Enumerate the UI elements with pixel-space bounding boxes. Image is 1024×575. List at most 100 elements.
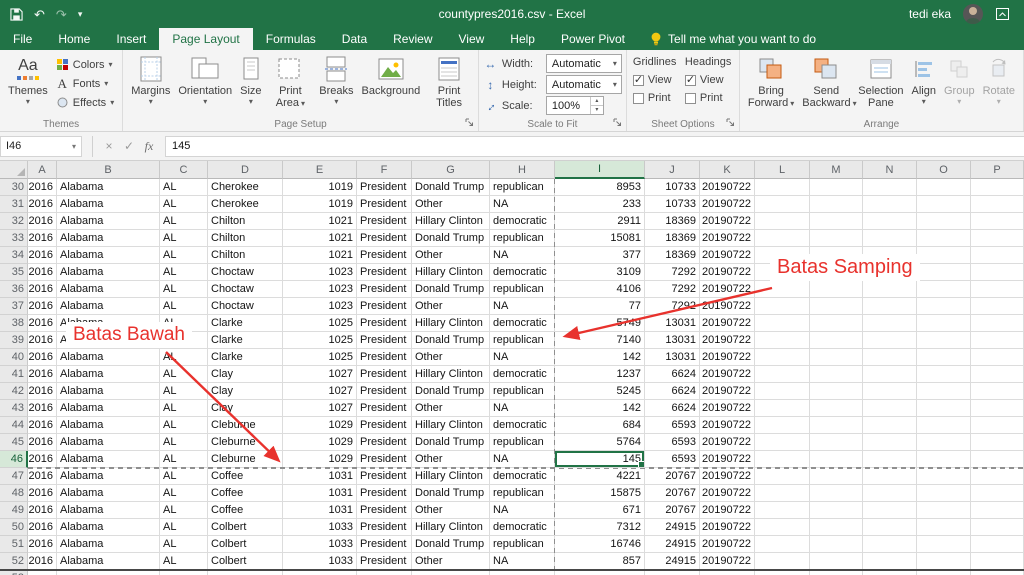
cell[interactable]: 377 [555, 247, 645, 264]
cell[interactable] [863, 230, 917, 247]
row-header-45[interactable]: 45 [0, 434, 28, 451]
cell[interactable]: 1031 [283, 468, 357, 485]
cell[interactable]: 20190722 [700, 298, 755, 315]
cell[interactable] [971, 485, 1024, 502]
cell[interactable] [971, 196, 1024, 213]
cell[interactable]: Chilton [208, 247, 283, 264]
undo-icon[interactable]: ↶ [34, 8, 45, 21]
cell[interactable]: 10733 [645, 179, 700, 196]
cell[interactable]: 10733 [645, 196, 700, 213]
cell[interactable] [863, 417, 917, 434]
cell[interactable]: Other [412, 451, 490, 468]
cell[interactable] [863, 298, 917, 315]
cell[interactable]: 20767 [645, 502, 700, 519]
cell[interactable]: Alabama [57, 417, 160, 434]
cell[interactable]: 7292 [645, 281, 700, 298]
tab-page-layout[interactable]: Page Layout [159, 28, 253, 50]
cell[interactable]: Other [412, 298, 490, 315]
cell[interactable]: Colbert [208, 536, 283, 553]
tell-me[interactable]: Tell me what you want to do [638, 28, 828, 50]
cell[interactable]: 6624 [645, 383, 700, 400]
cell[interactable] [810, 366, 863, 383]
cell[interactable]: 1025 [283, 332, 357, 349]
cell[interactable] [971, 247, 1024, 264]
cell[interactable]: Choctaw [208, 264, 283, 281]
row-header-37[interactable]: 37 [0, 298, 28, 315]
customize-qat-icon[interactable]: ▾ [78, 9, 83, 19]
cell[interactable] [755, 434, 810, 451]
cell[interactable]: Chilton [208, 230, 283, 247]
column-header-F[interactable]: F [357, 161, 412, 179]
cell[interactable]: 2016 [28, 553, 57, 570]
cell[interactable] [917, 502, 971, 519]
cell[interactable]: President [357, 366, 412, 383]
cell[interactable]: AL [160, 264, 208, 281]
cell[interactable]: 1033 [283, 536, 357, 553]
cell[interactable]: President [357, 451, 412, 468]
cell[interactable] [863, 196, 917, 213]
cell[interactable]: Choctaw [208, 298, 283, 315]
cell[interactable]: Cleburne [208, 417, 283, 434]
cell[interactable] [755, 196, 810, 213]
cell[interactable] [917, 213, 971, 230]
cell[interactable]: 13031 [645, 315, 700, 332]
cell[interactable]: Coffee [208, 468, 283, 485]
row-header-42[interactable]: 42 [0, 383, 28, 400]
cell[interactable] [810, 196, 863, 213]
cell[interactable]: 4221 [555, 468, 645, 485]
cell[interactable]: 1023 [283, 281, 357, 298]
cell[interactable]: Alabama [57, 536, 160, 553]
cell[interactable]: 1031 [283, 502, 357, 519]
cell[interactable] [971, 553, 1024, 570]
align-button[interactable]: Align ▾ [908, 53, 940, 107]
cell[interactable]: Cleburne [208, 434, 283, 451]
ribbon-display-options-icon[interactable] [995, 7, 1010, 21]
column-header-K[interactable]: K [700, 161, 755, 179]
cell[interactable]: 20190722 [700, 349, 755, 366]
cell[interactable]: 1027 [283, 366, 357, 383]
cell[interactable] [971, 332, 1024, 349]
cell[interactable]: Alabama [57, 400, 160, 417]
cell[interactable] [810, 298, 863, 315]
cell[interactable]: 2016 [28, 315, 57, 332]
cell[interactable]: President [357, 383, 412, 400]
cell[interactable] [971, 383, 1024, 400]
cell[interactable]: 2016 [28, 247, 57, 264]
cell[interactable] [863, 485, 917, 502]
print-titles-button[interactable]: Print Titles [424, 53, 474, 110]
cell[interactable] [810, 468, 863, 485]
cell[interactable]: AL [160, 383, 208, 400]
cell[interactable]: 20767 [645, 485, 700, 502]
cell[interactable]: 2016 [28, 519, 57, 536]
cell[interactable] [971, 179, 1024, 196]
breaks-button[interactable]: Breaks ▾ [315, 53, 357, 107]
cell[interactable]: democratic [490, 315, 555, 332]
cell[interactable]: AL [160, 179, 208, 196]
cell[interactable] [755, 349, 810, 366]
cell[interactable]: 5245 [555, 383, 645, 400]
cell[interactable]: 671 [555, 502, 645, 519]
cell[interactable] [917, 536, 971, 553]
cell[interactable]: Other [412, 349, 490, 366]
cell[interactable] [810, 400, 863, 417]
cell[interactable]: Chilton [208, 213, 283, 230]
cell[interactable]: 1029 [283, 434, 357, 451]
cell[interactable]: 2016 [28, 502, 57, 519]
cell[interactable]: 2016 [28, 366, 57, 383]
cell[interactable]: 20190722 [700, 281, 755, 298]
cell[interactable]: AL [160, 502, 208, 519]
theme-fonts-button[interactable]: A Fonts ▾ [52, 74, 118, 93]
cell[interactable]: President [357, 502, 412, 519]
cell[interactable] [810, 179, 863, 196]
cell[interactable]: 6624 [645, 400, 700, 417]
cell[interactable]: republican [490, 281, 555, 298]
cell[interactable]: Alabama [57, 434, 160, 451]
name-box-caret[interactable]: ▾ [72, 142, 76, 151]
cell[interactable] [755, 213, 810, 230]
cell[interactable]: Other [412, 502, 490, 519]
cell[interactable]: republican [490, 230, 555, 247]
select-all-corner[interactable] [0, 161, 28, 179]
page-setup-dialog-launcher[interactable] [465, 118, 475, 128]
cell[interactable]: 20190722 [700, 247, 755, 264]
orientation-button[interactable]: Orientation ▾ [174, 53, 236, 107]
